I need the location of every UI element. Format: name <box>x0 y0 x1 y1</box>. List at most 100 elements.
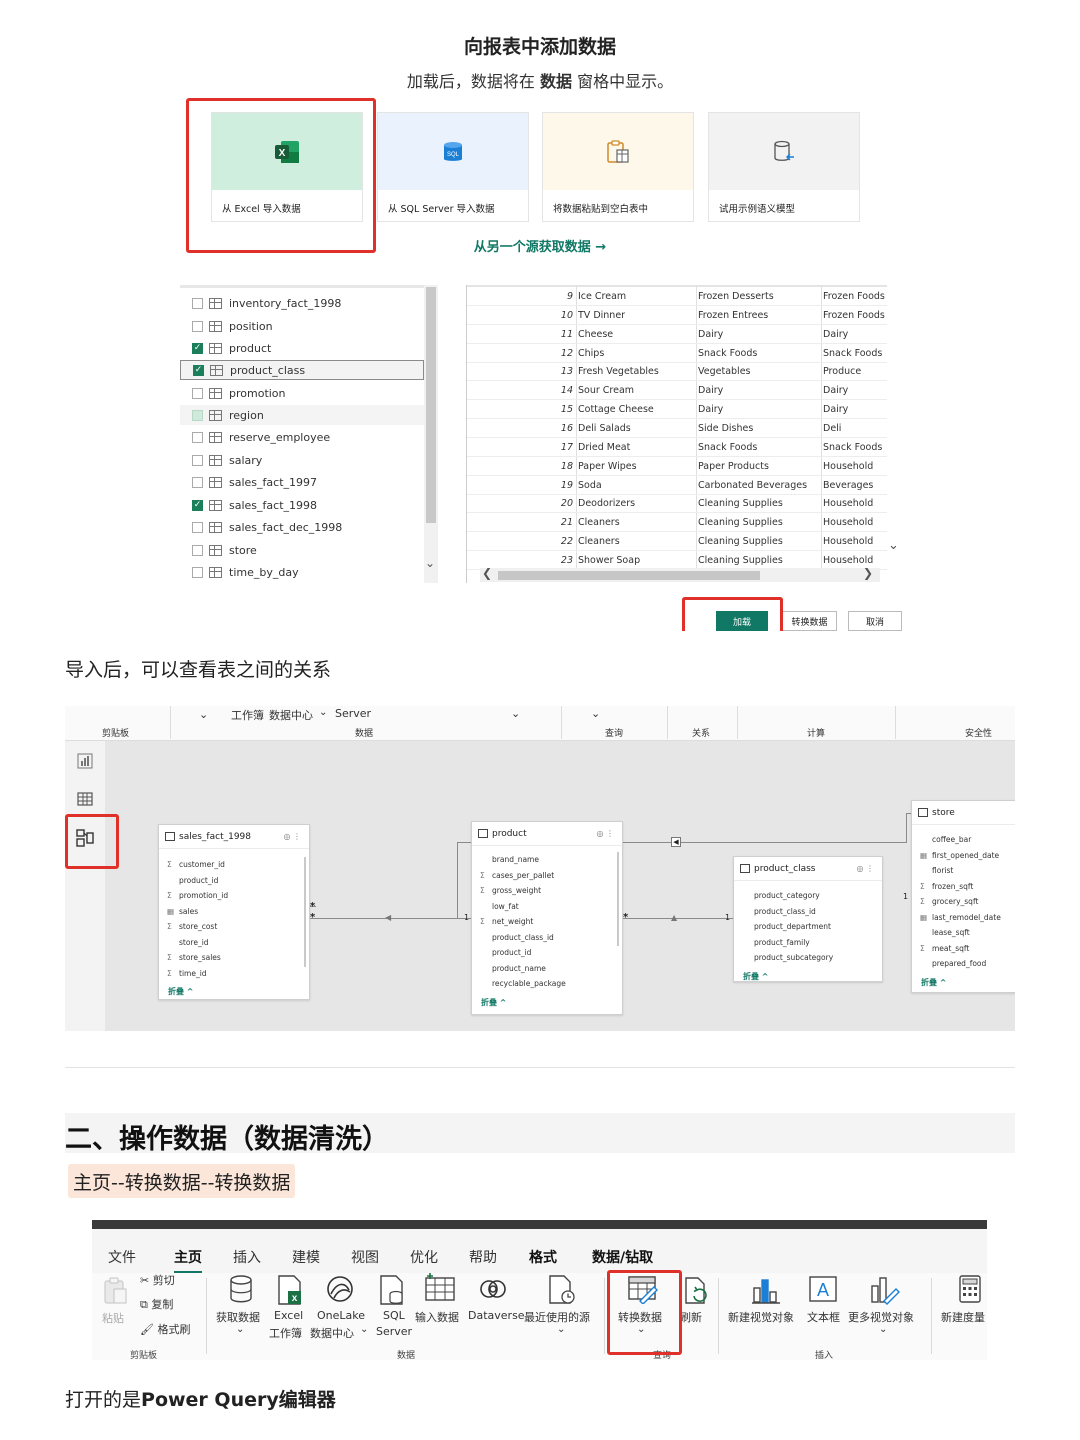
field-store-cost[interactable]: Σstore_cost <box>167 922 217 931</box>
more-visuals-button[interactable]: 更多视觉对象 <box>848 1309 914 1325</box>
scroll-down-icon[interactable]: ⌄ <box>425 556 435 570</box>
checkbox-checked[interactable]: ✓ <box>192 499 203 511</box>
field-net-weight[interactable]: Σnet_weight <box>480 917 533 926</box>
visibility-icon[interactable]: ◎ ⋮ <box>283 832 301 841</box>
onelake-label-2[interactable]: 数据中心 <box>310 1325 354 1341</box>
scroll-right-icon[interactable]: ❯ <box>863 566 873 580</box>
chevron-down-icon[interactable]: ⌄ <box>319 707 327 718</box>
sql-server-icon[interactable] <box>378 1274 406 1306</box>
field-promotion-id[interactable]: Σpromotion_id <box>167 891 228 900</box>
sample-model-card[interactable]: 试用示例语义模型 <box>708 112 860 222</box>
tab-help[interactable]: 帮助 <box>469 1247 497 1267</box>
chevron-down-icon[interactable]: ⌄ <box>360 1324 368 1335</box>
visibility-icon[interactable]: ◎ ⋮ <box>596 829 614 838</box>
refresh-icon[interactable] <box>684 1276 710 1306</box>
format-painter-button[interactable]: 🖌 格式刷 <box>140 1321 190 1337</box>
get-data-button[interactable]: 获取数据 <box>216 1309 260 1325</box>
field-last-remodel-date[interactable]: ▦ last_remodel_date <box>920 913 1001 922</box>
field-frozen-sqft[interactable]: Σfrozen_sqft <box>920 882 973 891</box>
field-meat-sqft[interactable]: Σmeat_sqft <box>920 944 969 953</box>
checkbox[interactable] <box>192 476 203 488</box>
field-grocery-sqft[interactable]: Σgrocery_sqft <box>920 897 978 906</box>
card-scrollbar[interactable] <box>617 852 619 946</box>
field-prepared-food[interactable]: prepared_food <box>920 959 986 968</box>
checkbox[interactable] <box>192 409 203 421</box>
excel-workbook-icon[interactable]: x <box>276 1274 304 1306</box>
excel-label[interactable]: Excel <box>274 1309 303 1322</box>
table-card-sales-fact-1998[interactable]: sales_fact_1998 ◎ ⋮ Σcustomer_id product_i… <box>158 824 310 1000</box>
cancel-button[interactable]: 取消 <box>848 611 902 631</box>
field-product-family[interactable]: product_family <box>742 938 810 947</box>
field-recyclable-package[interactable]: recyclable_package <box>480 979 566 988</box>
checkbox[interactable] <box>192 454 203 466</box>
get-data-other-source-link[interactable]: 从另一个源获取数据 → <box>0 236 1080 255</box>
tab-insert[interactable]: 插入 <box>233 1247 261 1267</box>
nav-item-product-class[interactable]: ✓ product_class <box>180 360 424 380</box>
dataverse-icon[interactable] <box>478 1274 508 1304</box>
nav-item-product[interactable]: ✓ product <box>192 338 424 358</box>
tab-file[interactable]: 文件 <box>108 1247 136 1267</box>
paste-icon[interactable] <box>102 1276 130 1306</box>
report-view-icon[interactable] <box>77 753 93 769</box>
field-store-id[interactable]: store_id <box>167 938 209 947</box>
sql-label[interactable]: SQL <box>383 1309 405 1322</box>
field-product-class-id[interactable]: product_class_id <box>480 933 554 942</box>
enter-data-button[interactable]: 输入数据 <box>415 1309 459 1325</box>
field-product-class-id[interactable]: product_class_id <box>742 907 816 916</box>
tab-view[interactable]: 视图 <box>351 1247 379 1267</box>
chevron-down-icon[interactable]: ⌄ <box>236 1324 244 1335</box>
onelake-label[interactable]: OneLake <box>317 1309 365 1322</box>
chevron-down-icon[interactable]: ⌄ <box>199 708 208 721</box>
checkbox[interactable] <box>192 521 203 533</box>
nav-item-time-by-day[interactable]: time_by_day <box>192 562 424 582</box>
field-brand-name[interactable]: brand_name <box>480 855 539 864</box>
dataverse-button[interactable]: Dataverse <box>468 1309 525 1322</box>
visibility-icon[interactable]: ◎ ⋮ <box>856 864 874 873</box>
checkbox[interactable] <box>192 297 203 309</box>
ribbon-workbook-label[interactable]: 工作簿 <box>231 707 264 723</box>
ribbon-datahub-label[interactable]: 数据中心 <box>269 707 313 723</box>
scroll-left-icon[interactable]: ❮ <box>482 566 492 580</box>
table-view-icon[interactable] <box>77 791 93 807</box>
textbox-icon[interactable]: A <box>808 1274 838 1304</box>
field-product-subcategory[interactable]: product_subcategory <box>742 953 833 962</box>
sql-import-card[interactable]: SQL 从 SQL Server 导入数据 <box>377 112 529 222</box>
checkbox-checked[interactable]: ✓ <box>192 342 203 354</box>
paste-table-card[interactable]: 将数据粘贴到空白表中 <box>542 112 694 222</box>
nav-item-region[interactable]: region <box>180 405 424 425</box>
checkbox[interactable] <box>192 566 203 578</box>
field-product-id[interactable]: product_id <box>480 948 531 957</box>
table-card-store[interactable]: store coffee_bar ▦ first_opened_date floris… <box>911 800 1015 993</box>
chevron-down-icon[interactable]: ⌄ <box>879 1324 887 1335</box>
field-product-department[interactable]: product_department <box>742 922 831 931</box>
field-sales[interactable]: ▦ sales <box>167 907 198 916</box>
field-product-id[interactable]: product_id <box>167 876 218 885</box>
field-customer-id[interactable]: Σcustomer_id <box>167 860 225 869</box>
new-visual-icon[interactable] <box>750 1274 782 1306</box>
field-gross-weight[interactable]: Σgross_weight <box>480 886 541 895</box>
nav-item-sales-fact-1998[interactable]: ✓ sales_fact_1998 <box>192 495 424 515</box>
checkbox[interactable] <box>192 431 203 443</box>
collapse-link[interactable]: 折叠 ^ <box>921 977 947 988</box>
nav-item-store[interactable]: store <box>192 540 424 560</box>
tab-home[interactable]: 主页 <box>174 1247 202 1274</box>
copy-button[interactable]: ⧉ 复制 <box>140 1296 173 1312</box>
checkbox[interactable] <box>192 320 203 332</box>
collapse-link[interactable]: 折叠 ^ <box>481 997 507 1008</box>
nav-item-position[interactable]: position <box>192 316 424 336</box>
field-low-fat[interactable]: low_fat <box>480 902 519 911</box>
cut-button[interactable]: ✂ 剪切 <box>140 1272 175 1288</box>
get-data-icon[interactable] <box>228 1274 254 1306</box>
tab-modeling[interactable]: 建模 <box>292 1247 320 1267</box>
ribbon-server-label[interactable]: Server <box>335 707 371 720</box>
nav-item-promotion[interactable]: promotion <box>192 383 424 403</box>
field-time-id[interactable]: Σtime_id <box>167 969 207 978</box>
field-coffee-bar[interactable]: coffee_bar <box>920 835 971 844</box>
field-lease-sqft[interactable]: lease_sqft <box>920 928 970 937</box>
transform-data-button[interactable]: 转换数据 <box>782 611 837 631</box>
scroll-down-icon[interactable]: ⌄ <box>888 538 899 553</box>
tab-data-drill[interactable]: 数据/钻取 <box>592 1247 653 1267</box>
chevron-down-icon[interactable]: ⌄ <box>591 707 600 720</box>
nav-item-inventory-fact-1998[interactable]: inventory_fact_1998 <box>192 293 424 313</box>
field-florist[interactable]: florist <box>920 866 953 875</box>
